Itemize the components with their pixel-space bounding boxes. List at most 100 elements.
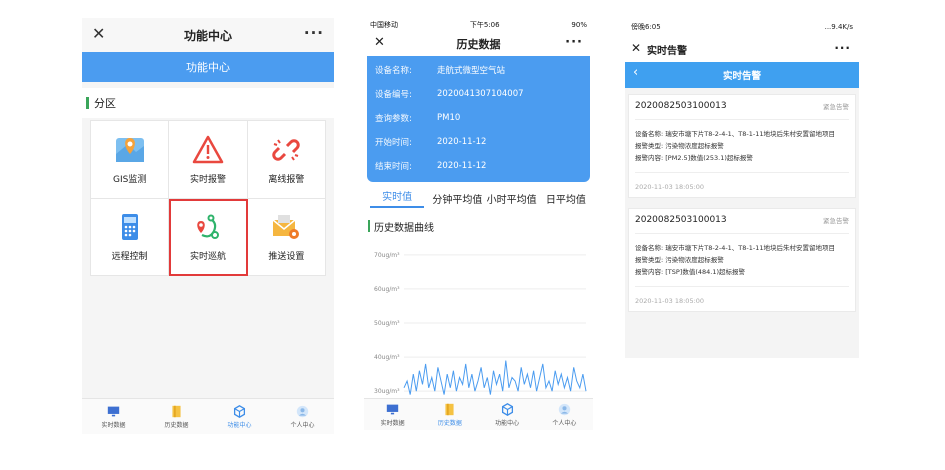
info-key: 设备名称:	[375, 66, 412, 76]
document-icon	[445, 403, 454, 415]
realtime-alarm-screen: 傍晚6:05 ...9.4K/s ✕ 实时告警 ··· ‹ 实时告警 20200…	[625, 18, 859, 358]
remote-control-icon	[121, 214, 138, 241]
tab-day-average[interactable]: 日平均值	[539, 191, 593, 206]
close-icon[interactable]: ✕	[374, 35, 385, 50]
banner: 功能中心	[82, 52, 334, 82]
y-tick-label: 50ug/m³	[374, 320, 400, 327]
grid-item-gis[interactable]: GIS监测	[91, 121, 170, 199]
top-bar: ✕ 实时告警 ···	[625, 36, 859, 62]
interval-tabs: 实时值 分钟平均值 小时平均值 日平均值	[364, 184, 593, 212]
y-tick-label: 60ug/m³	[374, 286, 400, 293]
status-time: 傍晚6:05	[631, 23, 661, 31]
tab-label: 功能中心	[227, 421, 252, 429]
tab-history-data[interactable]: 历史数据	[421, 399, 478, 430]
tab-label: 历史数据	[437, 419, 462, 427]
tab-realtime-data[interactable]: 实时数据	[364, 399, 421, 430]
section-header: 分区	[82, 88, 334, 118]
tab-label: 功能中心	[495, 419, 520, 427]
status-time: 下午5:06	[469, 21, 500, 29]
grid-item-label: 远程控制	[111, 252, 148, 263]
banner-title: 实时告警	[722, 71, 761, 82]
alarm-device: 设备名称: 瑞安市塘下片T8-2-4-1、T8-1-11地块后朱村安置留地项目	[635, 130, 836, 138]
broken-link-icon	[272, 139, 301, 161]
grid-item-label: 推送设置	[268, 252, 305, 263]
tab-hour-average[interactable]: 小时平均值	[485, 191, 539, 206]
avatar-icon	[296, 405, 309, 417]
tab-label: 个人中心	[552, 419, 577, 427]
section-marker	[86, 97, 89, 109]
more-icon[interactable]: ···	[565, 35, 583, 50]
grid-item-remote-control[interactable]: 远程控制	[91, 198, 170, 276]
network-speed: ...9.4K/s	[824, 23, 853, 31]
info-key: 开始时间:	[375, 138, 412, 148]
banner: ‹ 实时告警	[625, 62, 859, 88]
tab-realtime-value[interactable]: 实时值	[370, 188, 425, 208]
function-grid: GIS监测 实时报警 离线报警 远程控制 实时巡航 推送设置	[90, 120, 326, 276]
grid-item-realtime-cruise[interactable]: 实时巡航	[169, 198, 248, 276]
close-icon[interactable]: ✕	[631, 41, 641, 55]
top-bar: ✕ 历史数据 ···	[364, 32, 593, 56]
monitor-icon	[386, 404, 399, 414]
carrier-label: 中国移动	[370, 21, 398, 29]
tab-personal-center[interactable]: 个人中心	[536, 399, 593, 430]
info-row[interactable]: 结束时间: 2020-11-12	[375, 154, 582, 178]
alarm-type: 报警类型: 污染物浓度超标报警	[635, 142, 724, 150]
y-tick-label: 30ug/m³	[374, 388, 400, 395]
tab-label: 历史数据	[164, 421, 189, 429]
info-key: 设备编号:	[375, 90, 412, 100]
alarm-id: 2020082503100013	[635, 215, 727, 225]
status-bar: 中国移动 下午5:06 90%	[364, 18, 593, 32]
info-value: 走航式微型空气站	[437, 66, 506, 76]
alarm-content: 报警内容: [TSP]数值(484.1)超标报警	[635, 268, 746, 276]
tab-function-center[interactable]: 功能中心	[208, 399, 271, 434]
route-icon	[197, 214, 219, 240]
alarm-card[interactable]: 2020082503100013 紧急告警 设备名称: 瑞安市塘下片T8-2-4…	[628, 94, 856, 198]
info-value: 2020-11-12	[437, 161, 487, 171]
tab-personal-center[interactable]: 个人中心	[271, 399, 334, 434]
alarm-level: 紧急告警	[823, 103, 849, 111]
y-tick-label: 40ug/m³	[374, 354, 400, 361]
grid-item-realtime-alarm[interactable]: 实时报警	[169, 121, 248, 199]
alarm-time: 2020-11-03 18:05:00	[635, 172, 849, 191]
tab-history-data[interactable]: 历史数据	[145, 399, 208, 434]
page-title: 实时告警	[647, 45, 687, 57]
status-bar: 傍晚6:05 ...9.4K/s	[625, 18, 859, 36]
history-line-chart: 70ug/m³ 60ug/m³ 50ug/m³ 40ug/m³ 30ug/m³	[374, 252, 587, 395]
close-icon[interactable]: ✕	[92, 24, 105, 43]
alarm-time: 2020-11-03 18:05:00	[635, 286, 849, 305]
grid-item-offline-alarm[interactable]: 离线报警	[247, 121, 326, 199]
battery-label: 90%	[571, 21, 587, 29]
info-value: 2020041307104007	[437, 89, 524, 99]
back-icon[interactable]: ‹	[633, 65, 638, 80]
alarm-card[interactable]: 2020082503100013 紧急告警 设备名称: 瑞安市塘下片T8-2-4…	[628, 208, 856, 312]
section-title: 分区	[94, 97, 116, 110]
info-value: PM10	[437, 113, 461, 123]
more-icon[interactable]: ···	[304, 24, 324, 42]
map-icon	[115, 137, 144, 162]
info-key: 查询参数:	[375, 114, 412, 124]
mail-gear-icon	[272, 215, 300, 240]
tab-label: 实时数据	[380, 419, 405, 427]
tab-minute-average[interactable]: 分钟平均值	[430, 191, 484, 206]
history-data-screen: 中国移动 下午5:06 90% ✕ 历史数据 ··· 设备名称: 走航式微型空气站…	[364, 18, 593, 430]
cube-icon	[233, 404, 246, 418]
tab-function-center[interactable]: 功能中心	[479, 399, 536, 430]
page-title: 历史数据	[456, 38, 501, 51]
grid-item-label: 实时巡航	[189, 252, 226, 263]
info-row: 设备名称: 走航式微型空气站	[375, 58, 582, 82]
tab-realtime-data[interactable]: 实时数据	[82, 399, 145, 434]
warning-icon	[192, 135, 224, 163]
y-tick-label: 70ug/m³	[374, 252, 400, 259]
series-line	[403, 360, 587, 395]
top-bar: ✕ 功能中心 ···	[82, 18, 334, 52]
more-icon[interactable]: ···	[834, 41, 851, 55]
alarm-header: 2020082503100013 紧急告警	[635, 101, 849, 120]
function-center-screen: ✕ 功能中心 ··· 功能中心 分区 GIS监测 实时报警 离线报警 远程控制 …	[82, 18, 334, 434]
grid-item-push-settings[interactable]: 推送设置	[247, 198, 326, 276]
alarm-level: 紧急告警	[823, 217, 849, 225]
bottom-tab-bar: 实时数据 历史数据 功能中心 个人中心	[364, 398, 593, 430]
info-value: 2020-11-12	[437, 137, 487, 147]
device-info-card: 设备名称: 走航式微型空气站 设备编号: 2020041307104007 查询参数…	[367, 56, 590, 182]
info-row[interactable]: 开始时间: 2020-11-12	[375, 130, 582, 154]
info-row[interactable]: 查询参数: PM10	[375, 106, 582, 130]
